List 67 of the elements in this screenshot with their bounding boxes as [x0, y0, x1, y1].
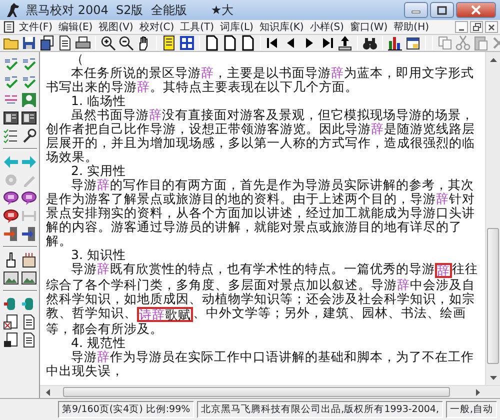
maximize-button[interactable] — [430, 2, 454, 18]
horse-icon — [5, 2, 21, 18]
close-icon — [471, 5, 481, 15]
document-icon[interactable] — [57, 35, 73, 51]
paragraph-text: 导游辞的写作目的有两方面，首先是作为导游员实际讲解的参考，其次是作为游客了解景点或旅游目的地的资料。由于上述两个目的，导游辞针对景点安排翔实的资料，从各个方面加以讲述，经过加工就能成为导游口头讲解的内容。游客通过导游员的讲解，就能对景点或旅游目的地有详尽的了解。 — [46, 178, 476, 248]
speech-bubble-icon[interactable] — [3, 190, 19, 206]
window-icon[interactable] — [405, 35, 421, 51]
section-heading: 2. 实用性 — [70, 164, 127, 178]
pages-icon[interactable] — [39, 35, 55, 51]
status-text: 第9/160页(实4页) 比例:99% — [58, 401, 194, 418]
annotation-box: 诗辞歌赋 — [137, 307, 193, 322]
window-title: ★大 — [210, 2, 234, 19]
zoom-out-icon[interactable] — [118, 35, 134, 51]
menu-item[interactable]: 窗口(W) — [346, 20, 391, 34]
speech-bubble-icon[interactable] — [21, 190, 37, 206]
document-icon[interactable] — [21, 332, 37, 348]
status-text: 一般,自动 — [446, 401, 498, 418]
menu-item[interactable]: 文件(F) — [16, 20, 56, 34]
close-button[interactable] — [456, 2, 496, 18]
window-title: 黑马校对 2004 S2版 全能版 — [26, 2, 187, 19]
speech-bubble-icon[interactable] — [3, 208, 19, 224]
menu-item[interactable]: 校对(C) — [136, 20, 178, 34]
document-icon[interactable] — [3, 21, 15, 33]
zoom-in-icon[interactable] — [100, 35, 116, 51]
scroll-thumb[interactable] — [63, 387, 450, 397]
section-heading: 4. 规范性 — [70, 336, 127, 350]
card-icon[interactable] — [3, 110, 19, 126]
document-x-icon[interactable] — [3, 314, 19, 330]
paragraph-text: 导游辞作为导游员在实际工作中口语讲解的基础和脚本，为了不在工作中出现失误， — [46, 350, 475, 378]
scroll-thumb[interactable] — [487, 228, 499, 364]
maximize-icon — [437, 6, 447, 14]
annotation-box: 辞 — [435, 263, 452, 278]
menu-item[interactable]: 帮助(H) — [390, 20, 432, 34]
restore-icon — [472, 23, 480, 31]
binoculars-icon[interactable] — [362, 35, 378, 51]
paragraph-text: 本任务所说的景区导游辞，主要是以书面导游辞为蓝本，即用文字形式书写出来的导游辞。其特点主要表现在以下几个方面。 — [46, 66, 475, 94]
restore-button[interactable] — [470, 21, 483, 33]
status-text: 北京黑马飞腾科技有限公司出品,版权所有1993-2004, — [197, 401, 443, 418]
menu-item[interactable]: 小样(S) — [306, 20, 347, 34]
paragraph-text: 导游辞既有欣赏性的特点，也有学术性的特点。一篇优秀的导游 辞 往往综合了各个学科门类，多角度、多层面对景点加以叙述。导游辞中会涉及自然科学知识，如地质成因、动植物学知识等；还会涉及社会科学知识，如宗教、哲学知识、 诗辞歌赋 、中外文学等；另外，建筑、园林、书法、绘画等，都会有所涉及。 — [46, 262, 479, 336]
document-icon[interactable] — [21, 314, 37, 330]
section-heading: 3. 知识性 — [70, 248, 127, 262]
menu-item[interactable]: 视图(V) — [96, 20, 136, 34]
paragraph-text: 虽然书面导游辞没有直接面对游客及景观，但它模拟现场导游的场景，创作者把自己比作导游，设想正带领游客游览。因此导游辞是随游览线路层层展开的，并且为增加现场感，多以第一人称的方式写作，造成很强烈的临场效果。 — [46, 108, 476, 164]
menu-item[interactable]: 工具(T) — [177, 20, 218, 34]
image-icon[interactable] — [3, 270, 19, 286]
menu-item[interactable]: 知识库(K) — [256, 20, 307, 34]
grid-icon[interactable] — [179, 35, 195, 51]
section-heading: （ — [70, 52, 85, 66]
upload-icon[interactable] — [337, 35, 353, 51]
section-heading: 1. 临场性 — [70, 94, 127, 108]
menu-item[interactable]: 词库(L) — [217, 20, 256, 34]
image-icon[interactable] — [21, 270, 37, 286]
minimize-button[interactable] — [455, 21, 468, 33]
card-icon[interactable] — [21, 110, 37, 126]
list-check-icon[interactable] — [3, 128, 19, 144]
close-button[interactable] — [485, 21, 498, 33]
door-icon[interactable] — [21, 226, 37, 242]
chart-icon[interactable] — [387, 35, 403, 51]
menu-item[interactable]: 编辑(E) — [56, 20, 96, 34]
door-icon[interactable] — [3, 226, 19, 242]
printer-icon[interactable] — [75, 35, 91, 51]
document-lock-icon[interactable] — [3, 332, 19, 348]
close-icon — [488, 24, 495, 30]
list-icon[interactable] — [161, 35, 177, 51]
box-icon[interactable] — [21, 252, 37, 268]
person-icon[interactable] — [21, 92, 37, 108]
